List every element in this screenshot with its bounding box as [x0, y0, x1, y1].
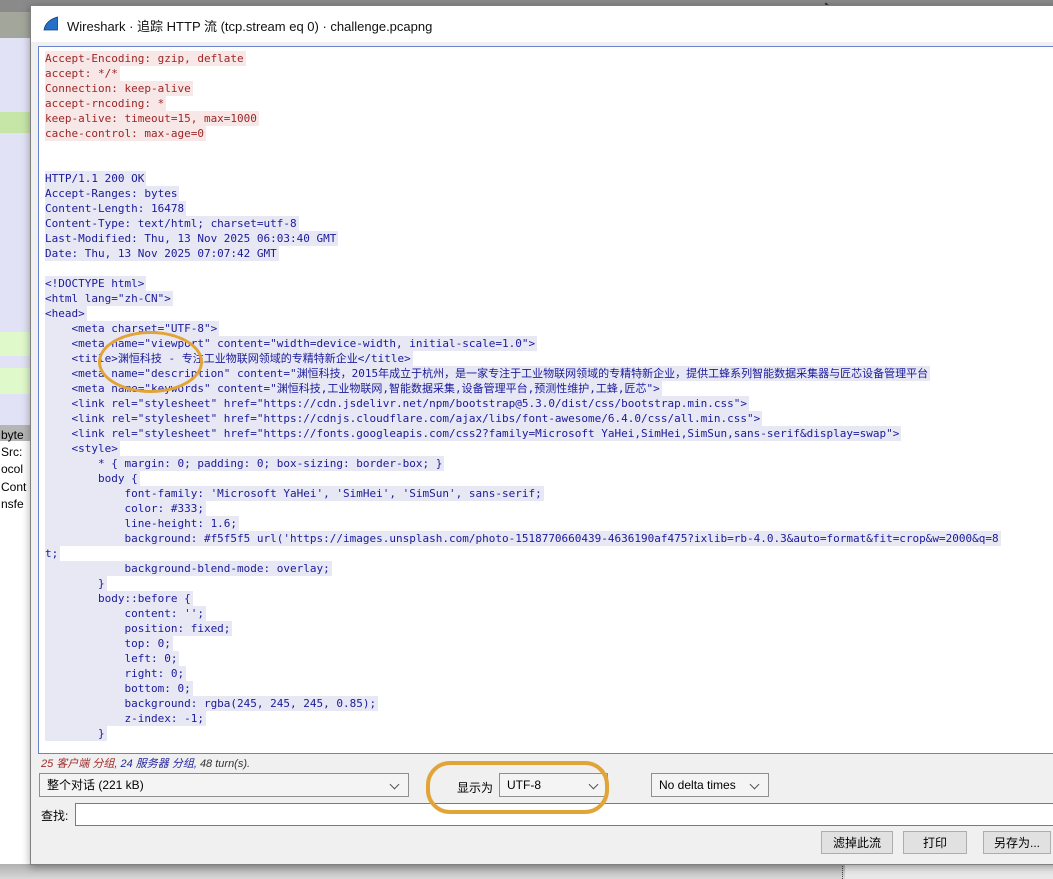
background-text-fragment: ocol — [1, 462, 23, 476]
stream-line: <style> — [45, 441, 1001, 456]
stream-text-view[interactable]: Accept-Encoding: gzip, deflateaccept: */… — [38, 46, 1053, 754]
background-packet-row-green — [0, 368, 30, 394]
save-as-button[interactable]: 另存为... — [983, 831, 1051, 854]
background-packet-row-green — [0, 332, 30, 356]
stream-line: <link rel="stylesheet" href="https://cdn… — [45, 396, 1001, 411]
screen: byte Src: ocol Cont nsfe Wireshark · 追踪 HTTP… — [0, 0, 1053, 879]
stream-line: Last-Modified: Thu, 13 Nov 2025 06:03:40… — [45, 231, 1001, 246]
background-text-fragment: nsfe — [1, 497, 24, 511]
stream-line — [45, 141, 1001, 156]
find-input[interactable] — [75, 803, 1053, 826]
wireshark-fin-icon — [43, 16, 59, 32]
stream-line: accept-rncoding: * — [45, 96, 1001, 111]
stream-line: background-blend-mode: overlay; — [45, 561, 1001, 576]
background-packet-list — [0, 38, 30, 425]
stream-line: Accept-Ranges: bytes — [45, 186, 1001, 201]
stream-line: z-index: -1; — [45, 711, 1001, 726]
stream-line: background: #f5f5f5 url('https://images.… — [45, 531, 1001, 546]
stream-line: Content-Length: 16478 — [45, 201, 1001, 216]
stream-line: content: ''; — [45, 606, 1001, 621]
stream-line: color: #333; — [45, 501, 1001, 516]
stream-line: t; — [45, 546, 1001, 561]
stream-line: Content-Type: text/html; charset=utf-8 — [45, 216, 1001, 231]
find-label: 查找: — [41, 807, 68, 824]
print-button[interactable]: 打印 — [903, 831, 967, 854]
stream-line: font-family: 'Microsoft YaHei', 'SimHei'… — [45, 486, 1001, 501]
stream-line: Connection: keep-alive — [45, 81, 1001, 96]
stream-stats: 25 客户端 分组, 24 服务器 分组, 48 turn(s). — [41, 755, 250, 771]
filter-out-stream-button[interactable]: 滤掉此流 — [821, 831, 893, 854]
stream-line: <meta name="viewport" content="width=dev… — [45, 336, 1001, 351]
follow-stream-dialog: Wireshark · 追踪 HTTP 流 (tcp.stream eq 0) … — [30, 5, 1053, 865]
background-toolbar-strip — [0, 12, 30, 38]
stream-line — [45, 261, 1001, 276]
stream-line: <head> — [45, 306, 1001, 321]
stream-line: top: 0; — [45, 636, 1001, 651]
stream-line: accept: */* — [45, 66, 1001, 81]
stream-line: <!DOCTYPE html> — [45, 276, 1001, 291]
background-packet-row-green — [0, 112, 30, 133]
stream-line: left: 0; — [45, 651, 1001, 666]
stream-line: body { — [45, 471, 1001, 486]
stream-line: <html lang="zh-CN"> — [45, 291, 1001, 306]
stats-segment: 25 客户端 分组, — [41, 758, 120, 770]
show-as-select[interactable]: UTF-8 — [499, 773, 608, 797]
stream-line: right: 0; — [45, 666, 1001, 681]
stream-line: <meta name="keywords" content="渊恒科技,工业物联… — [45, 381, 1001, 396]
stream-line: keep-alive: timeout=15, max=1000 — [45, 111, 1001, 126]
stream-line: <title>渊恒科技 - 专注工业物联网领域的专精特新企业</title> — [45, 351, 1001, 366]
stream-line: } — [45, 576, 1001, 591]
chevron-down-icon — [750, 780, 760, 790]
chevron-down-icon — [390, 780, 400, 790]
stream-line — [45, 156, 1001, 171]
dialog-titlebar[interactable]: Wireshark · 追踪 HTTP 流 (tcp.stream eq 0) … — [31, 6, 1053, 42]
dialog-title: Wireshark · 追踪 HTTP 流 (tcp.stream eq 0) … — [67, 16, 432, 35]
stream-line: bottom: 0; — [45, 681, 1001, 696]
stream-line: <link rel="stylesheet" href="https://cdn… — [45, 411, 1001, 426]
stats-segment: 48 turn(s). — [200, 758, 250, 770]
stream-line: <meta charset="UTF-8"> — [45, 321, 1001, 336]
stats-segment: 24 服务器 分组, — [120, 758, 199, 770]
stream-line: * { margin: 0; padding: 0; box-sizing: b… — [45, 456, 1001, 471]
stream-line: background: rgba(245, 245, 245, 0.85); — [45, 696, 1001, 711]
stream-line: body::before { — [45, 591, 1001, 606]
stream-line: } — [45, 726, 1001, 741]
stream-content: Accept-Encoding: gzip, deflateaccept: */… — [45, 51, 1001, 741]
stream-line: HTTP/1.1 200 OK — [45, 171, 1001, 186]
background-text-fragment: Cont — [1, 480, 26, 494]
background-hscrollbar[interactable] — [0, 864, 1053, 879]
delta-times-select[interactable]: No delta times — [651, 773, 769, 797]
stream-line: Date: Thu, 13 Nov 2025 07:07:42 GMT — [45, 246, 1001, 261]
conversation-select[interactable]: 整个对话 (221 kB) — [39, 773, 409, 797]
stream-line: <meta name="description" content="渊恒科技，2… — [45, 366, 1001, 381]
stream-line: position: fixed; — [45, 621, 1001, 636]
background-text-fragment: Src: — [1, 445, 22, 459]
stream-line: cache-control: max-age=0 — [45, 126, 1001, 141]
stream-line: <link rel="stylesheet" href="https://fon… — [45, 426, 1001, 441]
stream-line: line-height: 1.6; — [45, 516, 1001, 531]
show-as-label: 显示为 — [457, 779, 493, 796]
chevron-down-icon — [589, 780, 599, 790]
background-text-fragment: byte — [1, 428, 24, 442]
stream-line: Accept-Encoding: gzip, deflate — [45, 51, 1001, 66]
